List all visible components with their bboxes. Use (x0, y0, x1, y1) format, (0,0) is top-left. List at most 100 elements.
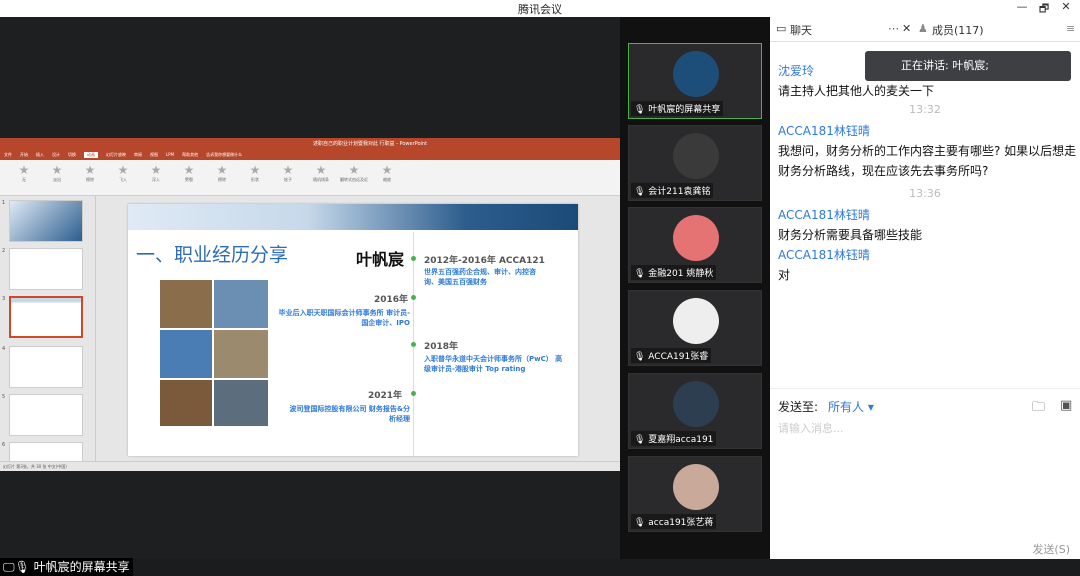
animation-label: 浮入 (152, 177, 160, 182)
participant-name: 🎙 会计211袁龚铭 (631, 183, 714, 198)
animation-item[interactable]: ★ 擦除 (74, 163, 106, 183)
timestamp: 13:36 (909, 187, 941, 200)
ppt-ribbon: ★ 无 ★ 淡出 ★ 擦除 ★ 飞入 ★ 浮入 ★ 劈裂 ★ 擦除 ★ 形状 ★ 轮子 ★ 随机线条 ★ 翻转式由远及近 ★… (0, 160, 620, 196)
animation-item[interactable]: ★ 淡出 (41, 163, 73, 183)
animation-item[interactable]: ★ 轮子 (272, 163, 304, 183)
folder-icon[interactable]: 🗀 (1032, 398, 1045, 420)
ppt-tab[interactable]: 帮助其他 (182, 152, 198, 158)
ppt-tab[interactable]: 动画 (84, 152, 98, 158)
timeline-dot (411, 256, 416, 261)
send-to-label: 发送至: (778, 400, 819, 414)
thumbnail-1[interactable] (9, 200, 83, 242)
more-icon[interactable]: ⋯ (888, 22, 899, 35)
avatar (673, 51, 719, 97)
message-sender[interactable]: ACCA181林钰晴 (778, 205, 1078, 225)
message-sender[interactable]: 沈爱玲 (778, 61, 1078, 81)
animation-item[interactable]: ★ 随机线条 (305, 163, 337, 183)
screenshot-icon[interactable]: ▣ (1060, 398, 1072, 413)
entry-year-3: 2018年 (424, 342, 459, 352)
video-list: 🎙 叶帆宸的屏幕共享 🎙 会计211袁龚铭 🎙 金融201 姚静秋 🎙 ACCA191… (620, 17, 770, 559)
animation-label: 无 (22, 177, 26, 182)
photo (160, 280, 212, 328)
thumbnail-2[interactable] (9, 248, 83, 290)
message-text: 我想问，财务分析的工作内容主要有哪些? 如果以后想走财务分析路线，现在应该先去事… (778, 144, 1077, 178)
ppt-tab[interactable]: 设计 (52, 152, 60, 158)
avatar (673, 381, 719, 427)
participant-name-text: ACCA191张睿 (648, 352, 709, 362)
video-tile[interactable]: 🎙 会计211袁龚铭 (628, 125, 762, 201)
photo (214, 330, 268, 378)
close-chat-icon[interactable]: ✕ (902, 22, 911, 35)
animation-item[interactable]: ★ 飞入 (107, 163, 139, 183)
animation-item[interactable]: ★ 翻转式由远及近 (338, 163, 370, 183)
send-button[interactable]: 发送(S) (1032, 541, 1070, 557)
video-tile[interactable]: 🎙 叶帆宸的屏幕共享 (628, 43, 762, 119)
star-icon: ★ (315, 163, 327, 177)
thumbnail-4[interactable] (9, 346, 83, 388)
message-sender[interactable]: ACCA181林钰晴 (778, 245, 1078, 265)
participant-name-text: 夏嘉翔acca191 (648, 435, 714, 445)
star-icon: ★ (348, 163, 360, 177)
minimize-button[interactable]: — (1010, 0, 1034, 13)
star-icon: ★ (282, 163, 294, 177)
members-icon: ♟ (918, 22, 928, 35)
tab-members[interactable]: 成员(117) (932, 22, 984, 38)
animation-item[interactable]: ★ 无 (8, 163, 40, 183)
thumbnail-3[interactable] (9, 296, 83, 338)
animation-label: 形状 (251, 177, 259, 182)
animation-label: 轮子 (284, 177, 292, 182)
timeline-dot (411, 391, 416, 396)
slide-thumbnails: 1 2 3 4 5 6 (0, 196, 96, 461)
message-text: 财务分析需要具备哪些技能 (778, 228, 923, 242)
entry-desc-2: 毕业后入职天职国际会计师事务所 审计员-国企审计、IPO (278, 309, 410, 327)
chat-tabs: ▭ 聊天 ⋯ ✕ ♟ 成员(117) ≡ (770, 17, 1080, 42)
video-tile[interactable]: 🎙 ACCA191张睿 (628, 290, 762, 366)
close-button[interactable]: ✕ (1054, 0, 1078, 13)
animation-label: 淡出 (53, 177, 61, 182)
animation-label: 劈裂 (185, 177, 193, 182)
ppt-tab[interactable]: 视图 (150, 152, 158, 158)
star-icon: ★ (183, 163, 195, 177)
ppt-tab[interactable]: 告诉我你想要做什么 (206, 152, 242, 158)
video-tile[interactable]: 🎙 金融201 姚静秋 (628, 207, 762, 283)
app-title: 腾讯会议 (518, 3, 562, 16)
animation-item[interactable]: ★ 劈裂 (173, 163, 205, 183)
ppt-tabs: 文件 开始 插入 设计 切换 动画 幻灯片放映 审阅 视图 LPM 帮助其他 告诉我你想要做什么 (0, 150, 620, 160)
animation-item[interactable]: ★ 缩放 (371, 163, 403, 183)
video-tile[interactable]: 🎙 夏嘉翔acca191 (628, 373, 762, 449)
thumbnail-5[interactable] (9, 394, 83, 436)
participant-name-text: 叶帆宸的屏幕共享 (648, 105, 721, 115)
entry-year-1: 2012年-2016年 ACCA121 (424, 256, 545, 266)
current-slide: 一、职业经历分享 叶帆宸 2012年-2016年 ACCA121 世界五百强药企… (128, 204, 578, 456)
participant-name: 🎙 acca191张艺蒋 (631, 514, 717, 529)
tab-chat[interactable]: 聊天 (790, 22, 812, 38)
menu-icon[interactable]: ≡ (1066, 22, 1075, 35)
ppt-tab[interactable]: 文件 (4, 152, 12, 158)
ppt-tab[interactable]: 切换 (68, 152, 76, 158)
thumbnail-6[interactable] (9, 442, 83, 461)
send-to-select[interactable]: 所有人 ▾ (828, 400, 874, 414)
animation-label: 擦除 (86, 177, 94, 182)
star-icon: ★ (216, 163, 228, 177)
video-tile[interactable]: 🎙 acca191张艺蒋 (628, 456, 762, 532)
message-input[interactable]: 请输入消息... (778, 420, 844, 436)
ppt-tab[interactable]: 开始 (20, 152, 28, 158)
animation-label: 擦除 (218, 177, 226, 182)
message-sender[interactable]: ACCA181林钰晴 (778, 121, 1078, 141)
share-label-text: 叶帆宸的屏幕共享 (33, 560, 130, 574)
animation-item[interactable]: ★ 形状 (239, 163, 271, 183)
avatar (673, 298, 719, 344)
presenter-name: 叶帆宸 (356, 250, 405, 269)
ppt-tab[interactable]: 插入 (36, 152, 44, 158)
animation-item[interactable]: ★ 擦除 (206, 163, 238, 183)
ppt-title: 述职自己的职业计划暨我对此 行职益 - PowerPoint (0, 138, 620, 150)
ppt-tab[interactable]: 审阅 (134, 152, 142, 158)
avatar (673, 133, 719, 179)
ppt-tab[interactable]: 幻灯片放映 (106, 152, 126, 158)
animation-item[interactable]: ★ 浮入 (140, 163, 172, 183)
participant-name: 🎙 ACCA191张睿 (631, 348, 712, 363)
ppt-tab[interactable]: LPM (166, 152, 174, 157)
photo-collage (160, 280, 268, 426)
timeline-dot (411, 342, 416, 347)
star-icon: ★ (117, 163, 129, 177)
